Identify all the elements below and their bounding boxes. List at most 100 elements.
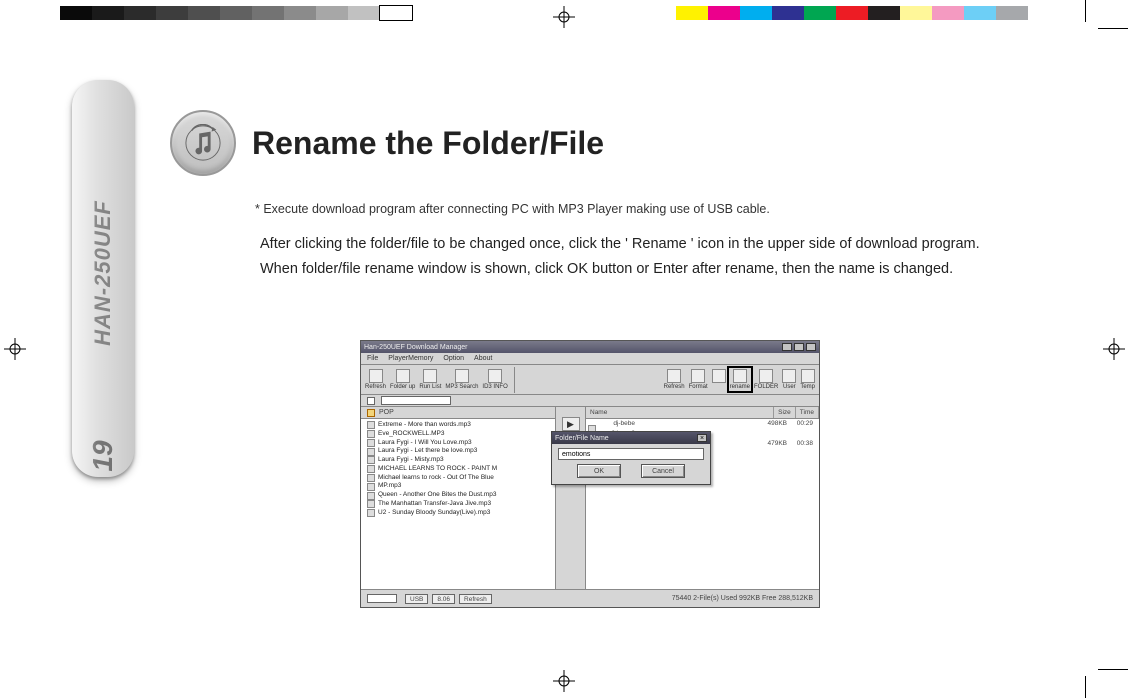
close-icon[interactable]	[806, 343, 816, 351]
toolbar: Refresh Folder up Run List MP3 Search ID3 IN…	[361, 365, 819, 395]
file-item[interactable]: Extreme - More than words.mp3	[367, 421, 549, 430]
file-icon	[367, 465, 375, 473]
toolbar-icon	[759, 369, 773, 383]
ok-button[interactable]: OK	[577, 464, 621, 478]
local-folder-name: POP	[379, 409, 394, 416]
transfer-right-button[interactable]: ▶	[562, 417, 580, 431]
local-file-pane: POP Extreme - More than words.mp3Eve_ROC…	[361, 407, 556, 589]
side-tab: HAN-250UEF 19	[72, 80, 134, 477]
swatch	[348, 6, 380, 20]
file-name: U2 - Sunday Bloody Sunday(Live).mp3	[378, 509, 490, 518]
toolbar-button[interactable]	[712, 369, 726, 390]
registration-mark-icon	[1103, 338, 1125, 360]
registration-mark-icon	[553, 670, 575, 692]
note-text: * Execute download program after connect…	[255, 202, 770, 216]
maximize-icon[interactable]	[794, 343, 804, 351]
page-number: 19	[87, 440, 119, 471]
status-button[interactable]: USB	[405, 594, 428, 604]
toolbar-button[interactable]: Temp	[800, 369, 815, 390]
toolbar-icon	[733, 369, 747, 383]
rename-dialog: Folder/File Name × OK Cancel	[551, 431, 711, 485]
swatch	[220, 6, 252, 20]
swatch	[380, 6, 412, 20]
file-name: Extreme - More than words.mp3	[378, 421, 471, 430]
app-screenshot: Han-250UEF Download Manager FilePlayerMe…	[360, 340, 820, 608]
swatch	[316, 6, 348, 20]
file-icon	[367, 483, 375, 491]
toolbar-label: Format	[689, 384, 708, 390]
swatch	[676, 6, 708, 20]
menu-bar: File PlayerMemory Option About	[361, 353, 819, 365]
folder-icon	[367, 409, 375, 417]
rename-toolbar-button[interactable]: rename	[730, 369, 750, 390]
file-item[interactable]: Laura Fygi - Misty.mp3	[367, 456, 549, 465]
toolbar-label: MP3 Search	[445, 384, 478, 390]
toolbar-button[interactable]: FOLDER	[754, 369, 778, 390]
file-item[interactable]: Laura Fygi - Let there be love.mp3	[367, 447, 549, 456]
file-item[interactable]: Laura Fygi - I Will You Love.mp3	[367, 439, 549, 448]
menu-item[interactable]: File	[367, 355, 378, 362]
crop-mark	[1085, 0, 1086, 22]
toolbar-icon	[667, 369, 681, 383]
file-name: Eve_ROCKWELL.MP3	[378, 430, 444, 439]
status-bar: USB8.06Refresh 75440 2-File(s) Used 992K…	[361, 589, 819, 607]
file-icon	[367, 439, 375, 447]
crop-mark	[1098, 28, 1128, 29]
toolbar-button[interactable]: Run List	[419, 369, 441, 390]
swatch	[156, 6, 188, 20]
column-header[interactable]: Size	[774, 407, 796, 418]
file-item[interactable]: The Manhattan Transfer-Java Jive.mp3	[367, 500, 549, 509]
file-icon	[367, 430, 375, 438]
file-icon	[367, 492, 375, 500]
toolbar-button[interactable]: User	[782, 369, 796, 390]
cancel-button[interactable]: Cancel	[641, 464, 685, 478]
file-item[interactable]: MICHAEL LEARNS TO ROCK - PAINT M	[367, 465, 549, 474]
toolbar-label: Run List	[419, 384, 441, 390]
minimize-icon[interactable]	[782, 343, 792, 351]
file-item[interactable]: MP.mp3	[367, 482, 549, 491]
menu-item[interactable]: Option	[443, 355, 464, 362]
crop-mark	[1085, 676, 1086, 698]
file-item[interactable]: U2 - Sunday Bloody Sunday(Live).mp3	[367, 509, 549, 518]
file-name: Laura Fygi - Let there be love.mp3	[378, 447, 477, 456]
menu-item[interactable]: PlayerMemory	[388, 355, 433, 362]
swatch	[964, 6, 996, 20]
toolbar-icon	[488, 369, 502, 383]
toolbar-button[interactable]: Format	[689, 369, 708, 390]
file-item[interactable]: Queen - Another One Bites the Dust.mp3	[367, 491, 549, 500]
swatch	[284, 6, 316, 20]
toolbar-button[interactable]: Folder up	[390, 369, 415, 390]
music-note-icon	[170, 110, 236, 176]
menu-item[interactable]: About	[474, 355, 492, 362]
toolbar-icon	[423, 369, 437, 383]
file-name: Laura Fygi - I Will You Love.mp3	[378, 439, 472, 448]
toolbar-button[interactable]: MP3 Search	[445, 369, 478, 390]
file-icon	[367, 509, 375, 517]
toolbar-label: User	[783, 384, 796, 390]
file-item[interactable]: Eve_ROCKWELL.MP3	[367, 430, 549, 439]
toolbar-icon	[801, 369, 815, 383]
column-header[interactable]: Name	[586, 407, 774, 418]
toolbar-label: ID3 INFO	[482, 384, 507, 390]
registration-mark-icon	[553, 6, 575, 28]
status-button[interactable]: Refresh	[459, 594, 492, 604]
swatch	[900, 6, 932, 20]
file-icon	[367, 500, 375, 508]
swatch	[932, 6, 964, 20]
swatch	[804, 6, 836, 20]
file-name: MP.mp3	[378, 482, 401, 491]
drive-dropdown[interactable]	[381, 396, 451, 405]
toolbar-label: Refresh	[365, 384, 386, 390]
column-header[interactable]: Time	[796, 407, 819, 418]
toolbar-button[interactable]: Refresh	[664, 369, 685, 390]
rename-input[interactable]	[558, 448, 704, 460]
close-icon[interactable]: ×	[697, 434, 707, 442]
file-name: Laura Fygi - Misty.mp3	[378, 456, 444, 465]
toolbar-button[interactable]: Refresh	[365, 369, 386, 390]
toolbar-button[interactable]: ID3 INFO	[482, 369, 507, 390]
file-item[interactable]: Michael learns to rock - Out Of The Blue	[367, 474, 549, 483]
registration-mark-icon	[4, 338, 26, 360]
status-button[interactable]: 8.06	[432, 594, 455, 604]
model-label: HAN-250UEF	[90, 200, 116, 346]
swatch	[188, 6, 220, 20]
